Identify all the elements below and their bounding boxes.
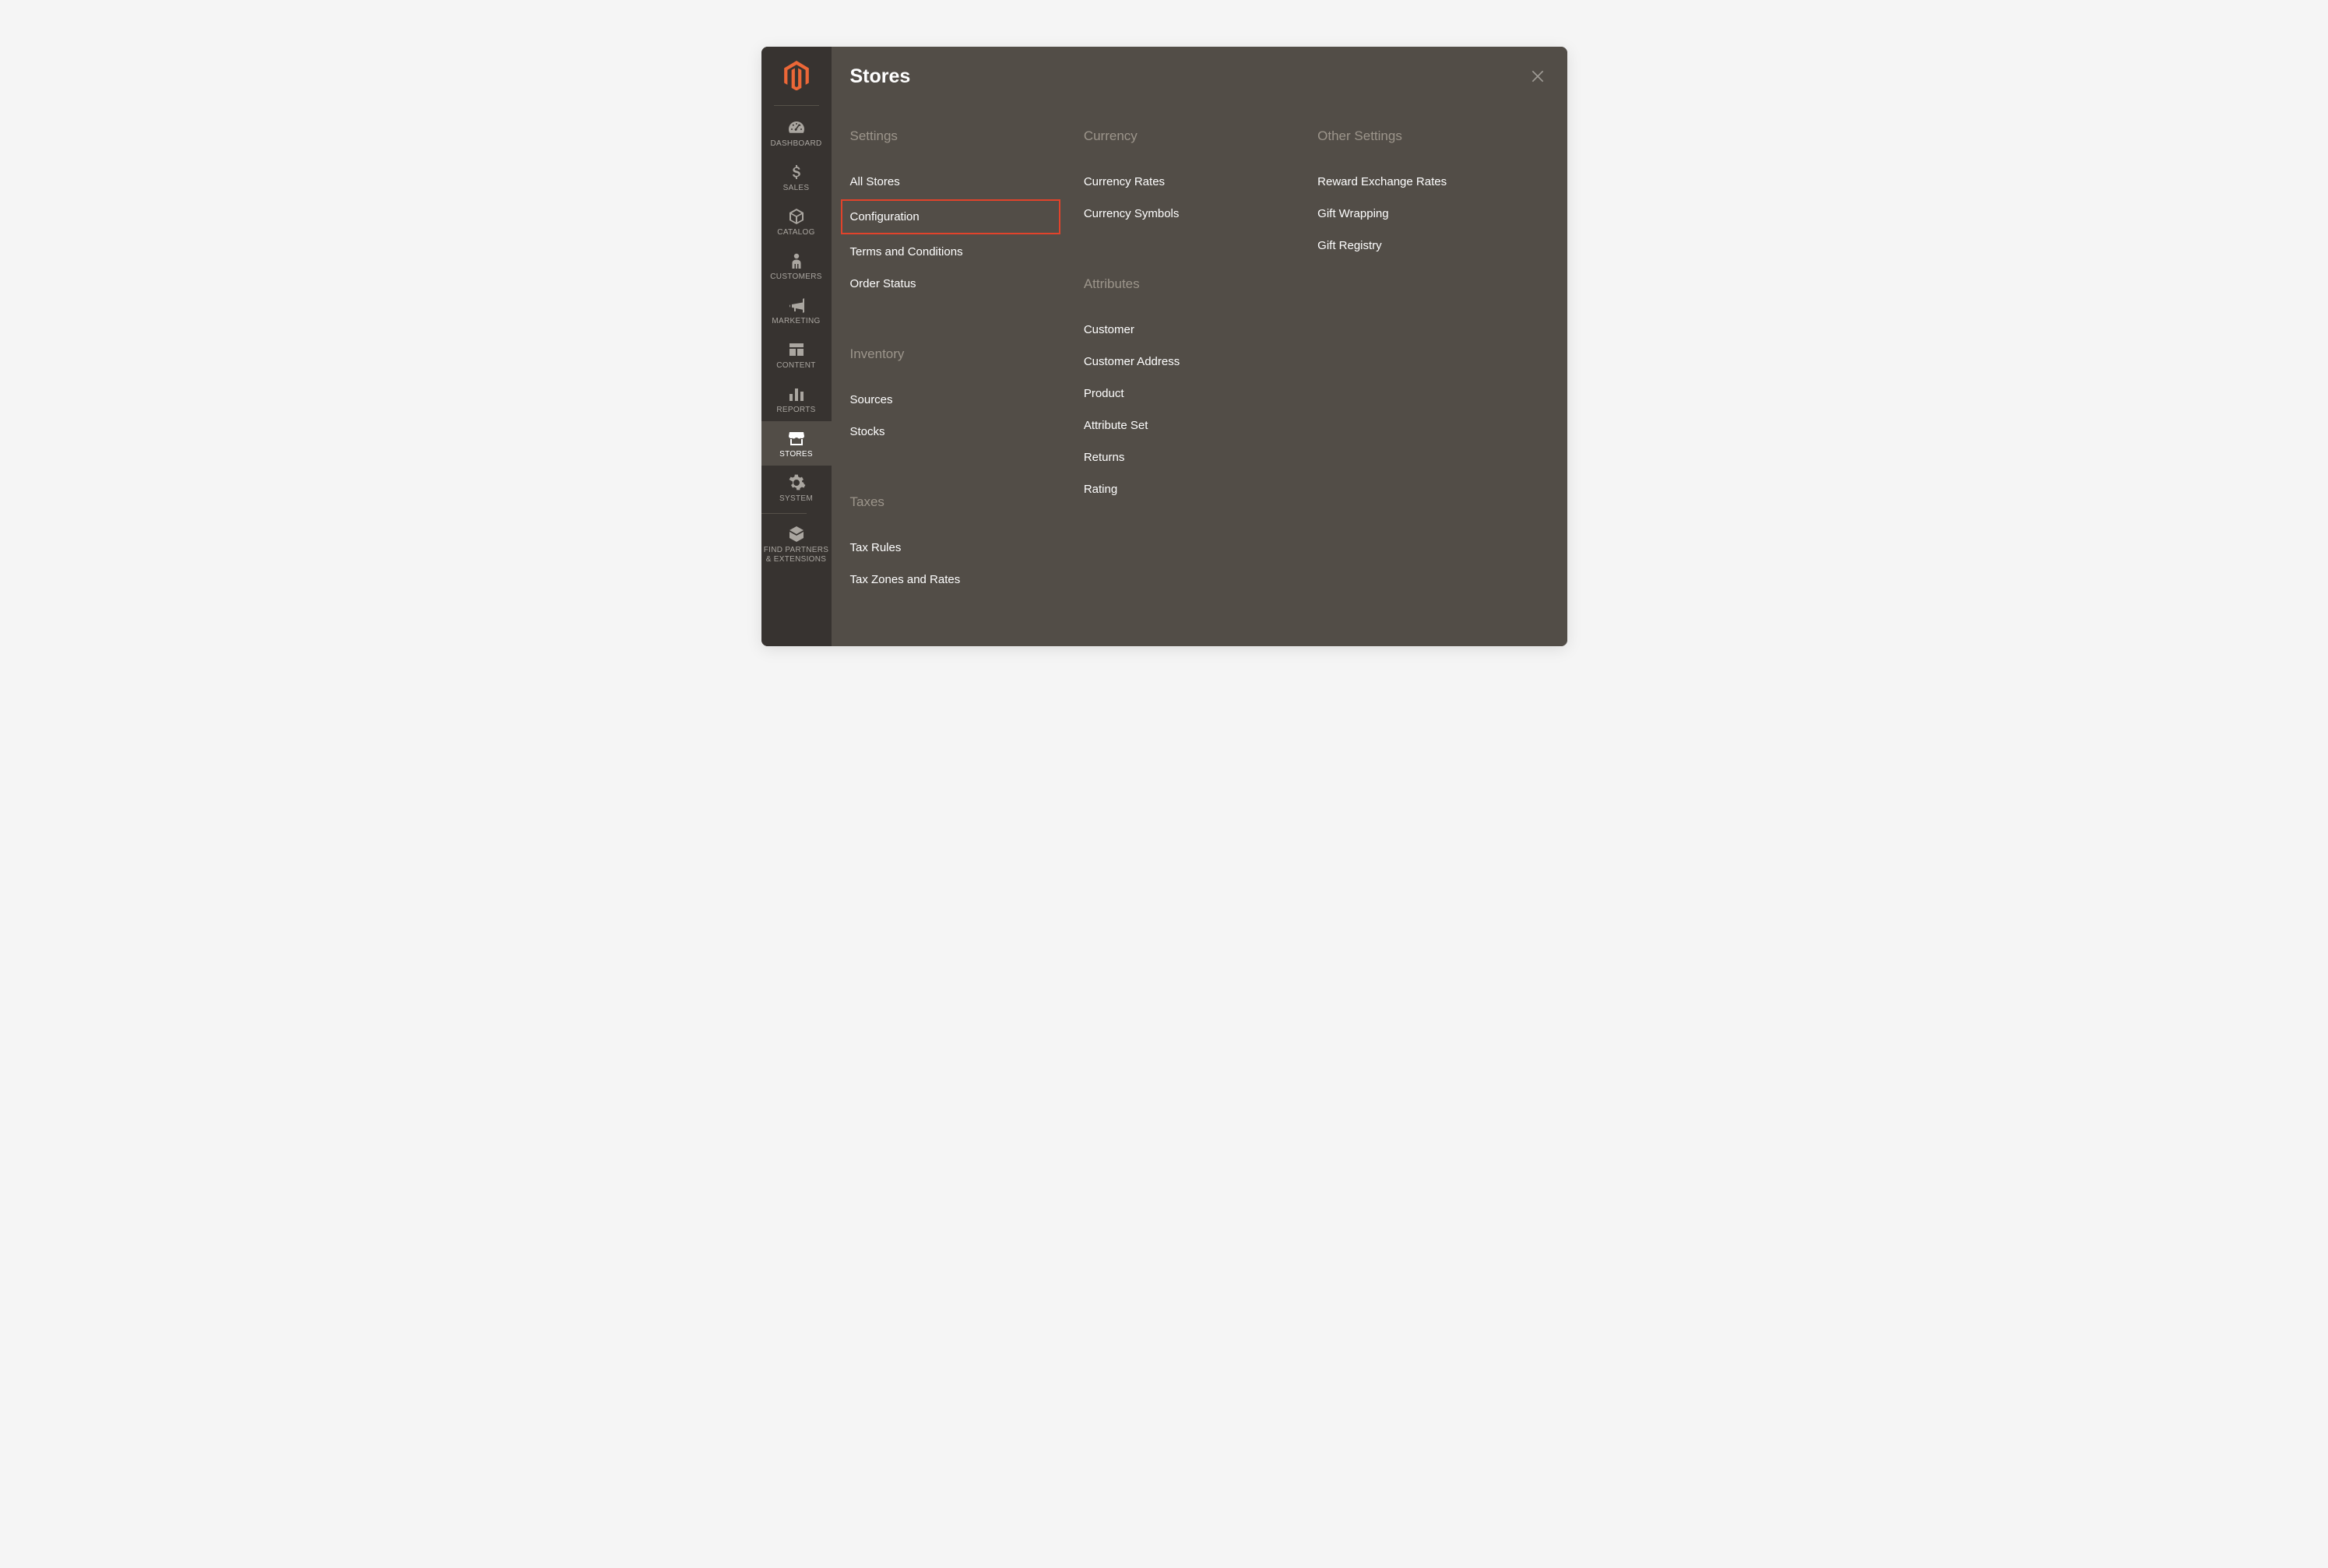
- menu-link-sources[interactable]: Sources: [850, 384, 1068, 416]
- sidebar-item-label: MARKETING: [772, 317, 820, 326]
- menu-link-attribute-set[interactable]: Attribute Set: [1084, 410, 1302, 441]
- sidebar-item-label: SYSTEM: [779, 494, 813, 504]
- sidebar-item-content[interactable]: CONTENT: [761, 332, 832, 377]
- sidebar-item-stores[interactable]: STORES: [761, 421, 832, 466]
- divider-icon: [761, 513, 807, 514]
- magento-logo[interactable]: [782, 61, 811, 94]
- close-button[interactable]: [1530, 69, 1546, 88]
- sidebar-item-label: FIND PARTNERS & EXTENSIONS: [763, 546, 830, 564]
- storefront-icon: [787, 429, 806, 448]
- cube-icon: [787, 525, 806, 543]
- sidebar-item-partners[interactable]: FIND PARTNERS & EXTENSIONS: [761, 517, 832, 571]
- sidebar-item-customers[interactable]: CUSTOMERS: [761, 244, 832, 288]
- menu-link-gift-wrapping[interactable]: Gift Wrapping: [1317, 198, 1535, 230]
- megaphone-icon: [787, 296, 806, 315]
- sidebar-item-reports[interactable]: REPORTS: [761, 377, 832, 421]
- close-icon: [1530, 74, 1546, 87]
- sidebar-item-label: SALES: [783, 184, 810, 193]
- sidebar-item-label: CUSTOMERS: [770, 272, 821, 282]
- bars-icon: [787, 385, 806, 403]
- menu-column: SettingsAll StoresConfigurationTerms and…: [850, 128, 1068, 596]
- menu-link-terms-and-conditions[interactable]: Terms and Conditions: [850, 236, 1068, 268]
- admin-window: DASHBOARD SALES CATALOG CUSTOMERS MARKETING C…: [761, 47, 1567, 646]
- sidebar-item-label: DASHBOARD: [770, 139, 821, 149]
- menu-link-currency-symbols[interactable]: Currency Symbols: [1084, 198, 1302, 230]
- menu-link-all-stores[interactable]: All Stores: [850, 166, 1068, 198]
- menu-link-currency-rates[interactable]: Currency Rates: [1084, 166, 1302, 198]
- sidebar-item-label: REPORTS: [776, 406, 815, 415]
- menu-link-configuration[interactable]: Configuration: [841, 199, 1060, 234]
- menu-link-order-status[interactable]: Order Status: [850, 268, 1068, 300]
- sidebar-item-marketing[interactable]: MARKETING: [761, 288, 832, 332]
- menu-link-returns[interactable]: Returns: [1084, 441, 1302, 473]
- sidebar-item-catalog[interactable]: CATALOG: [761, 199, 832, 244]
- sidebar-item-system[interactable]: SYSTEM: [761, 466, 832, 510]
- menu-link-gift-registry[interactable]: Gift Registry: [1317, 230, 1535, 262]
- group-heading: Currency: [1084, 128, 1302, 144]
- menu-link-rating[interactable]: Rating: [1084, 473, 1302, 505]
- menu-column: Currency Currency RatesCurrency Symbols At…: [1084, 128, 1302, 596]
- menu-column: Other SettingsReward Exchange RatesGift …: [1317, 128, 1535, 596]
- menu-link-product[interactable]: Product: [1084, 378, 1302, 410]
- menu-columns: SettingsAll StoresConfigurationTerms and…: [850, 128, 1536, 596]
- layout-icon: [787, 340, 806, 359]
- person-icon: [787, 251, 806, 270]
- menu-link-reward-exchange-rates[interactable]: Reward Exchange Rates: [1317, 166, 1535, 198]
- group-heading: Settings: [850, 128, 1068, 144]
- gear-icon: [787, 473, 806, 492]
- group-heading: Taxes: [850, 494, 1068, 510]
- gauge-icon: [787, 118, 806, 137]
- menu-link-customer[interactable]: Customer: [1084, 314, 1302, 346]
- menu-link-tax-zones-and-rates[interactable]: Tax Zones and Rates: [850, 564, 1068, 596]
- group-heading: Inventory: [850, 346, 1068, 362]
- sidebar-item-sales[interactable]: SALES: [761, 155, 832, 199]
- group-heading: Attributes: [1084, 276, 1302, 292]
- sidebar-item-label: CONTENT: [776, 361, 815, 371]
- menu-link-tax-rules[interactable]: Tax Rules: [850, 532, 1068, 564]
- sidebar-item-label: STORES: [779, 450, 813, 459]
- sidebar-item-label: CATALOG: [777, 228, 814, 237]
- group-heading: Other Settings: [1317, 128, 1535, 144]
- box-icon: [787, 207, 806, 226]
- sidebar-item-dashboard[interactable]: DASHBOARD: [761, 111, 832, 155]
- menu-link-stocks[interactable]: Stocks: [850, 416, 1068, 448]
- sidebar: DASHBOARD SALES CATALOG CUSTOMERS MARKETING C…: [761, 47, 832, 646]
- menu-link-customer-address[interactable]: Customer Address: [1084, 346, 1302, 378]
- divider-icon: [774, 105, 819, 106]
- stores-flyout-panel: Stores Settings All StoresConfigurationTe…: [832, 47, 1567, 646]
- dollar-icon: [787, 163, 806, 181]
- panel-title: Stores: [850, 65, 1536, 88]
